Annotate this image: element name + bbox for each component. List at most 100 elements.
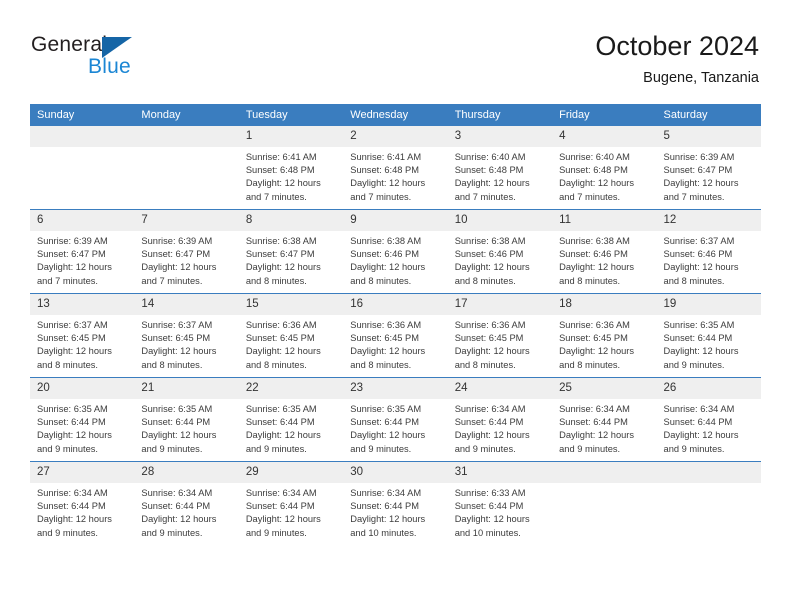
calendar-day-cell[interactable]: 26 Sunrise: 6:34 AM Sunset: 6:44 PM Dayligh… — [656, 377, 761, 462]
daylight-text-line2: and 9 minutes. — [245, 527, 307, 538]
daylight-text-line1: Daylight: 12 hours — [37, 514, 112, 525]
day-details: Sunrise: 6:39 AM Sunset: 6:47 PM Daylight:… — [657, 147, 761, 204]
day-details: Sunrise: 6:35 AM Sunset: 6:44 PM Daylight:… — [657, 315, 761, 372]
daylight-text-line2: and 9 minutes. — [663, 359, 725, 370]
day-number: 4 — [552, 126, 657, 147]
daylight-text-line2: and 9 minutes. — [141, 527, 203, 538]
calendar-day-cell[interactable]: 17 Sunrise: 6:36 AM Sunset: 6:45 PM Dayligh… — [447, 293, 553, 378]
calendar-day-cell[interactable]: 24 Sunrise: 6:34 AM Sunset: 6:44 PM Dayligh… — [447, 377, 553, 462]
day-details: Sunrise: 6:35 AM Sunset: 6:44 PM Daylight:… — [343, 399, 447, 456]
day-details: Sunrise: 6:37 AM Sunset: 6:46 PM Daylight:… — [657, 231, 761, 288]
daylight-text-line2: and 9 minutes. — [37, 527, 98, 538]
sunrise-text: Sunrise: 6:34 AM — [350, 488, 422, 498]
day-details: Sunrise: 6:41 AM Sunset: 6:48 PM Daylight:… — [239, 147, 343, 204]
sunrise-text: Sunrise: 6:37 AM — [663, 236, 735, 246]
daylight-text-line1: Daylight: 12 hours — [245, 262, 321, 273]
calendar-day-cell[interactable]: 15 Sunrise: 6:36 AM Sunset: 6:45 PM Dayligh… — [238, 293, 344, 378]
day-details: Sunrise: 6:34 AM Sunset: 6:44 PM Daylight:… — [657, 399, 761, 456]
daylight-text-line2: and 8 minutes. — [454, 275, 516, 286]
daylight-text-line2: and 8 minutes. — [245, 359, 307, 370]
sunset-text: Sunset: 6:45 PM — [454, 333, 524, 344]
calendar-day-cell[interactable]: 22 Sunrise: 6:35 AM Sunset: 6:44 PM Dayligh… — [238, 377, 344, 462]
calendar-day-cell[interactable]: 18 Sunrise: 6:36 AM Sunset: 6:45 PM Dayligh… — [552, 293, 657, 378]
calendar-day-cell[interactable]: 9 Sunrise: 6:38 AM Sunset: 6:46 PM Daylight… — [343, 209, 448, 294]
day-details: Sunrise: 6:34 AM Sunset: 6:44 PM Daylight:… — [134, 483, 238, 540]
weekday-header-monday: Monday — [134, 104, 239, 126]
sunrise-text: Sunrise: 6:36 AM — [559, 320, 630, 330]
daylight-text-line1: Daylight: 12 hours — [454, 262, 530, 273]
day-number: 16 — [343, 294, 448, 315]
sunrise-text: Sunrise: 6:39 AM — [663, 152, 735, 162]
day-details: Sunrise: 6:36 AM Sunset: 6:45 PM Daylight:… — [448, 315, 552, 372]
calendar-day-cell[interactable]: 28 Sunrise: 6:34 AM Sunset: 6:44 PM Dayligh… — [134, 461, 239, 545]
calendar-day-cell[interactable]: 5 Sunrise: 6:39 AM Sunset: 6:47 PM Daylight… — [656, 126, 761, 210]
sunrise-text: Sunrise: 6:34 AM — [245, 488, 317, 498]
daylight-text-line2: and 9 minutes. — [141, 443, 203, 454]
weekday-header-thursday: Thursday — [447, 104, 553, 126]
calendar-header-row: Sunday Monday Tuesday Wednesday Thursday… — [30, 104, 761, 126]
calendar-day-cell[interactable]: 29 Sunrise: 6:34 AM Sunset: 6:44 PM Dayligh… — [238, 461, 344, 545]
day-details: Sunrise: 6:34 AM Sunset: 6:44 PM Daylight:… — [343, 483, 447, 540]
calendar-day-cell[interactable]: 6 Sunrise: 6:39 AM Sunset: 6:47 PM Daylight… — [30, 209, 135, 294]
daylight-text-line2: and 8 minutes. — [559, 359, 621, 370]
daylight-text-line1: Daylight: 12 hours — [141, 346, 217, 357]
calendar-day-cell[interactable]: 2 Sunrise: 6:41 AM Sunset: 6:48 PM Daylight… — [343, 126, 448, 210]
sunrise-text: Sunrise: 6:36 AM — [350, 320, 422, 330]
sunset-text: Sunset: 6:47 PM — [141, 249, 211, 260]
daylight-text-line1: Daylight: 12 hours — [245, 346, 321, 357]
daylight-text-line1: Daylight: 12 hours — [663, 178, 739, 189]
sunset-text: Sunset: 6:46 PM — [663, 249, 733, 260]
sunset-text: Sunset: 6:48 PM — [350, 165, 419, 176]
daylight-text-line2: and 7 minutes. — [245, 191, 307, 202]
calendar-day-cell[interactable]: 8 Sunrise: 6:38 AM Sunset: 6:47 PM Daylight… — [238, 209, 344, 294]
calendar-day-cell[interactable]: 13 Sunrise: 6:37 AM Sunset: 6:45 PM Dayligh… — [30, 293, 135, 378]
calendar-day-cell[interactable]: 23 Sunrise: 6:35 AM Sunset: 6:44 PM Dayligh… — [343, 377, 448, 462]
sunrise-text: Sunrise: 6:36 AM — [245, 320, 317, 330]
sunrise-text: Sunrise: 6:41 AM — [350, 152, 422, 162]
daylight-text-line1: Daylight: 12 hours — [663, 430, 739, 441]
sunset-text: Sunset: 6:45 PM — [559, 333, 628, 344]
calendar-day-cell[interactable]: 4 Sunrise: 6:40 AM Sunset: 6:48 PM Daylight… — [552, 126, 657, 210]
calendar-day-cell[interactable]: 16 Sunrise: 6:36 AM Sunset: 6:45 PM Dayligh… — [343, 293, 448, 378]
day-details: Sunrise: 6:37 AM Sunset: 6:45 PM Daylight:… — [30, 315, 134, 372]
day-number: 10 — [447, 210, 553, 231]
sunrise-text: Sunrise: 6:34 AM — [663, 404, 735, 414]
calendar-day-cell[interactable]: 25 Sunrise: 6:34 AM Sunset: 6:44 PM Dayligh… — [552, 377, 657, 462]
calendar-day-cell[interactable]: 11 Sunrise: 6:38 AM Sunset: 6:46 PM Dayligh… — [552, 209, 657, 294]
daylight-text-line2: and 8 minutes. — [663, 275, 725, 286]
brand-logo: General Blue — [31, 33, 261, 88]
sunrise-text: Sunrise: 6:38 AM — [350, 236, 422, 246]
calendar-day-cell[interactable]: 21 Sunrise: 6:35 AM Sunset: 6:44 PM Dayligh… — [134, 377, 239, 462]
calendar-day-cell-empty — [30, 126, 135, 210]
calendar-day-cell[interactable]: 19 Sunrise: 6:35 AM Sunset: 6:44 PM Dayligh… — [656, 293, 761, 378]
day-number: 15 — [238, 294, 344, 315]
sunset-text: Sunset: 6:44 PM — [37, 417, 106, 428]
day-number: 22 — [238, 378, 344, 399]
calendar-day-cell[interactable]: 27 Sunrise: 6:34 AM Sunset: 6:44 PM Dayligh… — [30, 461, 135, 545]
day-number: 7 — [134, 210, 239, 231]
calendar-day-cell[interactable]: 7 Sunrise: 6:39 AM Sunset: 6:47 PM Daylight… — [134, 209, 239, 294]
calendar-day-cell[interactable]: 20 Sunrise: 6:35 AM Sunset: 6:44 PM Dayligh… — [30, 377, 135, 462]
sunset-text: Sunset: 6:48 PM — [454, 165, 524, 176]
day-details: Sunrise: 6:38 AM Sunset: 6:47 PM Daylight:… — [239, 231, 343, 288]
calendar-day-cell[interactable]: 1 Sunrise: 6:41 AM Sunset: 6:48 PM Daylight… — [238, 126, 344, 210]
calendar-day-cell[interactable]: 12 Sunrise: 6:37 AM Sunset: 6:46 PM Dayligh… — [656, 209, 761, 294]
weekday-header-wednesday: Wednesday — [343, 104, 448, 126]
daylight-text-line2: and 8 minutes. — [454, 359, 516, 370]
calendar-body: 1 Sunrise: 6:41 AM Sunset: 6:48 PM Daylight… — [30, 126, 761, 545]
sunset-text: Sunset: 6:45 PM — [37, 333, 106, 344]
day-number: 18 — [552, 294, 657, 315]
calendar-day-cell[interactable]: 30 Sunrise: 6:34 AM Sunset: 6:44 PM Dayligh… — [343, 461, 448, 545]
day-details: Sunrise: 6:33 AM Sunset: 6:44 PM Daylight:… — [448, 483, 552, 540]
daylight-text-line1: Daylight: 12 hours — [454, 430, 530, 441]
sunrise-text: Sunrise: 6:35 AM — [37, 404, 108, 414]
day-details: Sunrise: 6:37 AM Sunset: 6:45 PM Daylight:… — [134, 315, 238, 372]
calendar-day-cell[interactable]: 10 Sunrise: 6:38 AM Sunset: 6:46 PM Dayligh… — [447, 209, 553, 294]
sunset-text: Sunset: 6:44 PM — [663, 417, 733, 428]
daylight-text-line2: and 9 minutes. — [245, 443, 307, 454]
calendar-day-cell[interactable]: 14 Sunrise: 6:37 AM Sunset: 6:45 PM Dayligh… — [134, 293, 239, 378]
calendar-day-cell[interactable]: 31 Sunrise: 6:33 AM Sunset: 6:44 PM Dayligh… — [447, 461, 553, 545]
daylight-text-line2: and 7 minutes. — [141, 275, 203, 286]
calendar-day-cell[interactable]: 3 Sunrise: 6:40 AM Sunset: 6:48 PM Daylight… — [447, 126, 553, 210]
daylight-text-line1: Daylight: 12 hours — [559, 178, 635, 189]
